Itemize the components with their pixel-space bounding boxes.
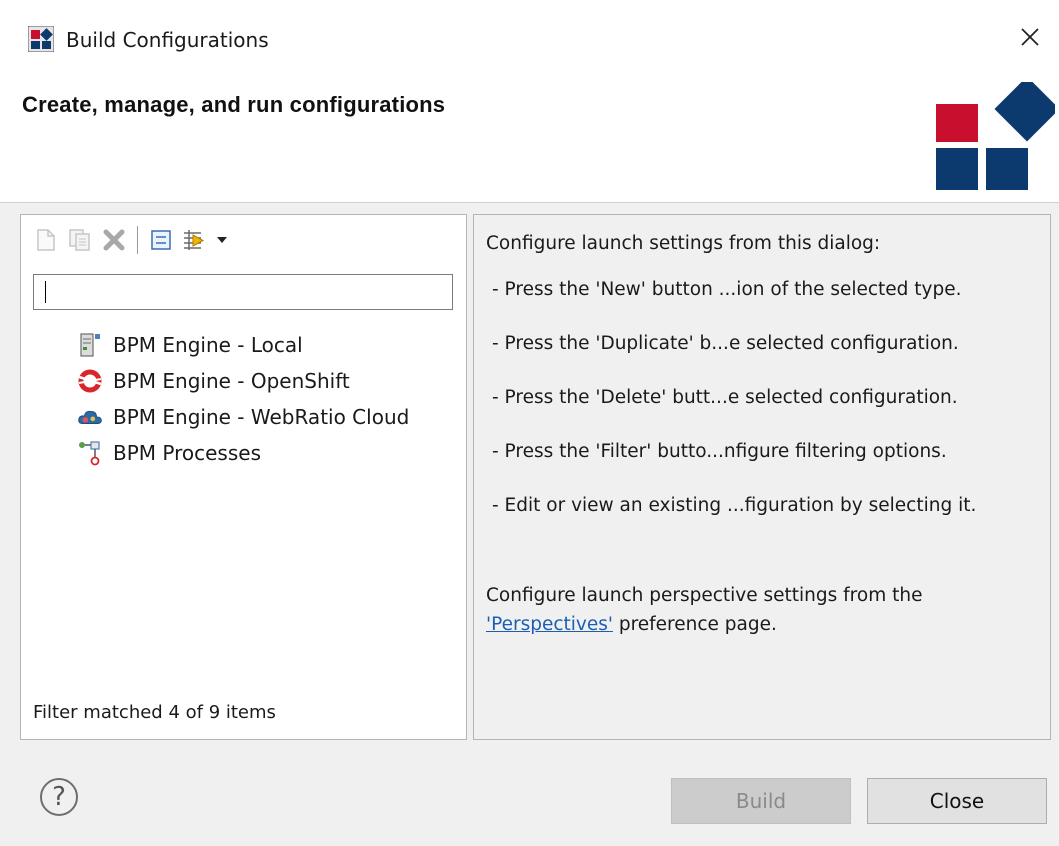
- local-server-icon: [77, 332, 103, 358]
- cloud-icon: [77, 404, 103, 430]
- info-bullet-new: - Press the 'New' button ...ion of the s…: [492, 279, 962, 300]
- info-bullet-filter: - Press the 'Filter' butto...nfigure fil…: [492, 441, 947, 462]
- tree-item-bpm-engine-local[interactable]: BPM Engine - Local: [77, 327, 457, 363]
- perspectives-link[interactable]: 'Perspectives': [486, 614, 613, 635]
- tree-item-label: BPM Engine - Local: [113, 333, 303, 357]
- info-bullet-edit: - Edit or view an existing ...figuration…: [492, 495, 977, 516]
- close-button[interactable]: Close: [867, 778, 1047, 824]
- title-bar: Build Configurations: [0, 0, 1059, 80]
- info-intro: Configure launch settings from this dial…: [486, 233, 881, 254]
- text-cursor: [45, 281, 46, 303]
- window-title: Build Configurations: [66, 28, 269, 52]
- close-window-icon[interactable]: [1015, 22, 1045, 52]
- toolbar-separator: [137, 226, 138, 254]
- tree-item-bpm-engine-openshift[interactable]: BPM Engine - OpenShift: [77, 363, 457, 399]
- help-button[interactable]: ?: [40, 778, 78, 816]
- tree-item-label: BPM Processes: [113, 441, 261, 465]
- filter-status: Filter matched 4 of 9 items: [33, 702, 276, 723]
- perspectives-text: Configure launch perspective settings fr…: [486, 581, 1026, 639]
- info-pane: Configure launch settings from this dial…: [473, 214, 1051, 740]
- new-config-button[interactable]: [31, 225, 61, 255]
- filter-input[interactable]: [33, 274, 453, 310]
- info-bullet-duplicate: - Press the 'Duplicate' b...e selected c…: [492, 333, 959, 354]
- collapse-all-button[interactable]: [146, 225, 176, 255]
- app-icon: [28, 26, 54, 52]
- dialog-header: Create, manage, and run configurations: [0, 80, 1059, 203]
- process-icon: [77, 440, 103, 466]
- build-button[interactable]: Build: [671, 778, 851, 824]
- header-title: Create, manage, and run configurations: [22, 92, 446, 117]
- new-config-icon: [37, 229, 55, 251]
- filter-button[interactable]: [180, 225, 210, 255]
- tree-item-bpm-processes[interactable]: BPM Processes: [77, 435, 457, 471]
- webratio-logo: [936, 82, 1055, 190]
- info-bullet-delete: - Press the 'Delete' butt...e selected c…: [492, 387, 958, 408]
- perspectives-suffix: preference page.: [612, 614, 777, 635]
- perspectives-prefix: Configure launch perspective settings fr…: [486, 585, 923, 606]
- duplicate-icon: [69, 229, 90, 251]
- filter-menu-dropdown[interactable]: [214, 225, 230, 255]
- tree-item-label: BPM Engine - WebRatio Cloud: [113, 405, 410, 429]
- openshift-icon: [77, 368, 103, 394]
- tree-item-label: BPM Engine - OpenShift: [113, 369, 350, 393]
- delete-icon: [103, 229, 125, 251]
- configuration-tree: BPM Engine - Local BPM Engine - OpenShif…: [77, 327, 457, 471]
- dropdown-arrow-icon: [217, 237, 227, 243]
- filter-icon: [184, 230, 205, 250]
- configurations-toolbar: [31, 223, 301, 257]
- configurations-pane: BPM Engine - Local BPM Engine - OpenShif…: [20, 214, 467, 740]
- delete-button[interactable]: [99, 225, 129, 255]
- collapse-all-icon: [151, 230, 171, 250]
- tree-item-bpm-engine-webratio-cloud[interactable]: BPM Engine - WebRatio Cloud: [77, 399, 457, 435]
- duplicate-button[interactable]: [65, 225, 95, 255]
- help-icon: ?: [52, 782, 66, 812]
